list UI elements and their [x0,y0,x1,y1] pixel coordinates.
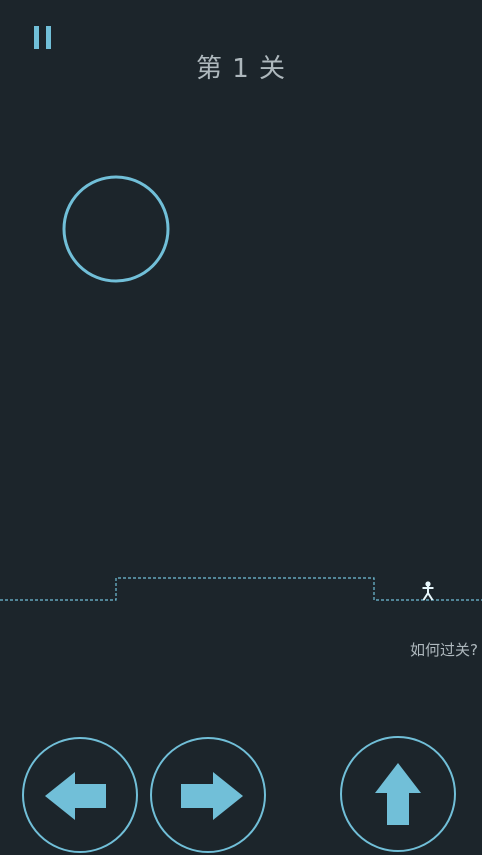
how-to-pass-link[interactable]: 如何过关? [410,639,478,660]
player-stick-figure [422,581,434,601]
left-arrow-icon [22,737,138,853]
right-arrow-icon [150,737,266,853]
move-right-button[interactable] [149,736,267,854]
level-title: 第 1 关 [195,54,287,84]
move-left-button[interactable] [21,736,139,854]
pause-bar-right [46,26,51,49]
up-arrow-icon [340,736,456,852]
game-stage: 第 1 关 如何过关? [0,0,482,855]
jump-button[interactable] [339,735,457,853]
ground-path [0,577,482,601]
ring-target [62,175,170,283]
pause-bar-left [34,26,39,49]
